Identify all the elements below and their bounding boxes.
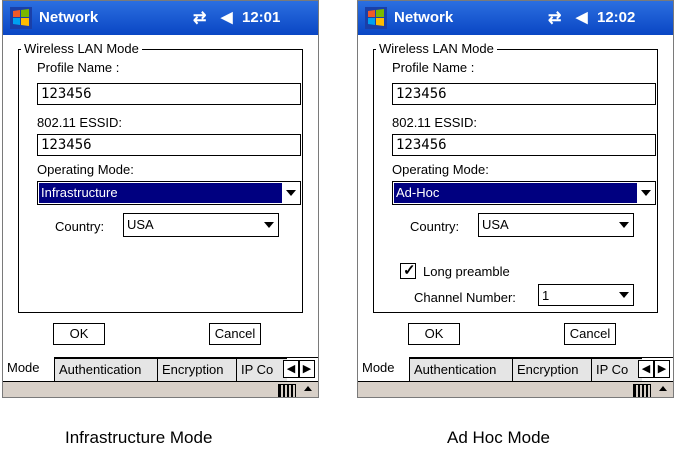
tab-ip-config[interactable]: IP Co xyxy=(592,358,642,381)
speaker-icon[interactable]: ◀ xyxy=(576,8,588,26)
checkmark-icon: ✓ xyxy=(403,262,416,279)
connectivity-icon[interactable]: ⇄ xyxy=(193,8,206,28)
profile-name-input[interactable]: 123456 xyxy=(392,83,656,105)
tab-mode[interactable]: Mode xyxy=(358,357,410,382)
profile-name-input[interactable]: 123456 xyxy=(37,83,301,105)
windows-start-icon[interactable] xyxy=(364,6,388,30)
title-bar: Network ⇄ ◀ 12:02 xyxy=(358,1,673,35)
ok-button[interactable]: OK xyxy=(408,323,460,345)
country-value: USA xyxy=(482,217,509,232)
operating-mode-value: Ad-Hoc xyxy=(394,183,637,203)
tab-scroll-left-icon[interactable]: ◀ xyxy=(638,360,654,378)
country-value: USA xyxy=(127,217,154,232)
operating-mode-select[interactable]: Infrastructure xyxy=(37,181,301,205)
app-title: Network xyxy=(394,9,454,26)
channel-number-value: 1 xyxy=(542,288,550,303)
windows-start-icon[interactable] xyxy=(9,6,33,30)
chevron-down-icon xyxy=(619,292,629,298)
pda-screen-infrastructure: Network ⇄ ◀ 12:01 Wireless LAN Mode Prof… xyxy=(2,0,319,398)
tab-scroll-left-icon[interactable]: ◀ xyxy=(283,360,299,378)
channel-number-select[interactable]: 1 xyxy=(538,284,634,306)
country-label: Country: xyxy=(55,219,105,234)
chevron-down-icon xyxy=(641,190,651,196)
keyboard-icon[interactable] xyxy=(633,384,651,397)
tab-strip: Mode Authentication Encryption IP Co ◀ ▶ xyxy=(358,357,673,382)
app-title: Network xyxy=(39,9,99,26)
caption-adhoc: Ad Hoc Mode xyxy=(447,428,550,447)
title-bar: Network ⇄ ◀ 12:01 xyxy=(3,1,318,35)
long-preamble-label: Long preamble xyxy=(423,264,510,279)
tab-authentication[interactable]: Authentication xyxy=(55,358,158,381)
country-select[interactable]: USA xyxy=(478,213,634,237)
tab-scroll-right-icon[interactable]: ▶ xyxy=(654,360,670,378)
essid-label: 802.11 ESSID: xyxy=(392,115,478,130)
cancel-button[interactable]: Cancel xyxy=(209,323,261,345)
keyboard-icon[interactable] xyxy=(278,384,296,397)
tab-scroll-right-icon[interactable]: ▶ xyxy=(299,360,315,378)
group-title: Wireless LAN Mode xyxy=(21,41,142,56)
speaker-icon[interactable]: ◀ xyxy=(221,8,233,26)
tab-ip-config[interactable]: IP Co xyxy=(237,358,287,381)
connectivity-icon[interactable]: ⇄ xyxy=(548,8,561,28)
menu-bar xyxy=(358,381,673,397)
pda-screen-adhoc: Network ⇄ ◀ 12:02 Wireless LAN Mode Prof… xyxy=(357,0,674,398)
essid-input[interactable]: 123456 xyxy=(392,134,656,156)
chevron-down-icon xyxy=(286,190,296,196)
operating-mode-select[interactable]: Ad-Hoc xyxy=(392,181,656,205)
menu-bar xyxy=(3,381,318,397)
cancel-button[interactable]: Cancel xyxy=(564,323,616,345)
group-title: Wireless LAN Mode xyxy=(376,41,497,56)
operating-mode-value: Infrastructure xyxy=(39,183,282,203)
essid-label: 802.11 ESSID: xyxy=(37,115,123,130)
chevron-down-icon xyxy=(264,222,274,228)
tab-strip: Mode Authentication Encryption IP Co ◀ ▶ xyxy=(3,357,318,382)
country-select[interactable]: USA xyxy=(123,213,279,237)
wireless-lan-mode-group: Wireless LAN Mode Profile Name : 123456 … xyxy=(18,41,303,313)
input-menu-arrow-icon[interactable] xyxy=(659,386,667,391)
clock[interactable]: 12:01 xyxy=(242,9,280,26)
tab-mode[interactable]: Mode xyxy=(3,357,55,382)
tab-authentication[interactable]: Authentication xyxy=(410,358,513,381)
profile-name-label: Profile Name : xyxy=(37,60,120,75)
wireless-lan-mode-group: Wireless LAN Mode Profile Name : 123456 … xyxy=(373,41,658,313)
tab-encryption[interactable]: Encryption xyxy=(158,358,237,381)
profile-name-label: Profile Name : xyxy=(392,60,475,75)
operating-mode-label: Operating Mode: xyxy=(392,162,489,177)
clock[interactable]: 12:02 xyxy=(597,9,635,26)
input-menu-arrow-icon[interactable] xyxy=(304,386,312,391)
tab-encryption[interactable]: Encryption xyxy=(513,358,592,381)
chevron-down-icon xyxy=(619,222,629,228)
operating-mode-label: Operating Mode: xyxy=(37,162,134,177)
long-preamble-checkbox[interactable]: ✓ xyxy=(400,262,416,279)
caption-infrastructure: Infrastructure Mode xyxy=(65,428,213,447)
channel-number-label: Channel Number: xyxy=(414,290,516,305)
ok-button[interactable]: OK xyxy=(53,323,105,345)
essid-input[interactable]: 123456 xyxy=(37,134,301,156)
country-label: Country: xyxy=(410,219,460,234)
